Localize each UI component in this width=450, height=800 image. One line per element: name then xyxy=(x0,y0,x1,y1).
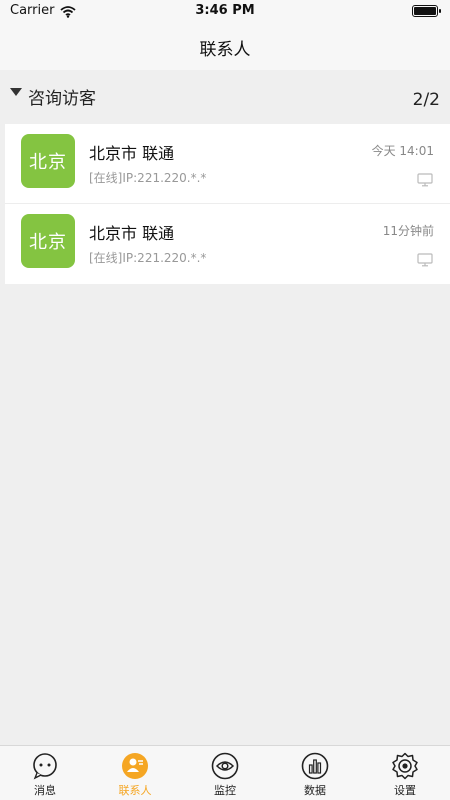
battery-level xyxy=(414,7,436,15)
message-icon xyxy=(33,753,57,780)
contact-time: 11分钟前 xyxy=(382,224,434,238)
tab-label: 消息 xyxy=(34,784,56,797)
desktop-icon xyxy=(417,172,433,191)
contact-row[interactable]: 北京 北京市 联通 今天 14:01 [在线]IP:221.220.*.* xyxy=(5,124,450,204)
tab-label: 联系人 xyxy=(118,784,152,797)
contact-status: [在线]IP:221.220.*.* xyxy=(89,251,207,265)
contact-time: 今天 14:01 xyxy=(371,144,434,158)
avatar: 北京 xyxy=(21,214,75,268)
tab-label: 设置 xyxy=(394,784,416,797)
tab-label: 监控 xyxy=(214,784,236,797)
tab-messages[interactable]: 消息 xyxy=(0,746,90,800)
group-title: 咨询访客 xyxy=(28,89,96,109)
nav-bar: 联系人 xyxy=(0,22,450,70)
battery-icon xyxy=(412,5,441,17)
desktop-icon xyxy=(417,252,433,271)
tab-bar: 消息 联系人 监控 数据 设置 xyxy=(0,745,450,800)
status-bar: Carrier 3:46 PM xyxy=(0,0,450,22)
contact-name: 北京市 联通 xyxy=(89,224,175,243)
group-header-visitors[interactable]: 咨询访客 2/2 xyxy=(0,70,450,124)
tab-monitor[interactable]: 监控 xyxy=(180,746,270,800)
avatar: 北京 xyxy=(21,134,75,188)
contact-list: 北京 北京市 联通 今天 14:01 [在线]IP:221.220.*.* 北京… xyxy=(5,124,450,284)
contact-status: [在线]IP:221.220.*.* xyxy=(89,171,207,185)
gear-icon xyxy=(392,752,418,780)
chart-icon xyxy=(301,752,329,780)
contact-name: 北京市 联通 xyxy=(89,144,175,163)
tab-label: 数据 xyxy=(304,784,326,797)
eye-icon xyxy=(211,752,239,780)
page-title: 联系人 xyxy=(199,40,251,60)
tab-settings[interactable]: 设置 xyxy=(360,746,450,800)
group-count: 2/2 xyxy=(412,90,440,110)
contacts-icon xyxy=(122,753,148,779)
caret-down-icon xyxy=(10,88,22,96)
tab-data[interactable]: 数据 xyxy=(270,746,360,800)
contact-row[interactable]: 北京 北京市 联通 11分钟前 [在线]IP:221.220.*.* xyxy=(5,204,450,284)
tab-contacts[interactable]: 联系人 xyxy=(90,746,180,800)
clock: 3:46 PM xyxy=(195,3,255,18)
